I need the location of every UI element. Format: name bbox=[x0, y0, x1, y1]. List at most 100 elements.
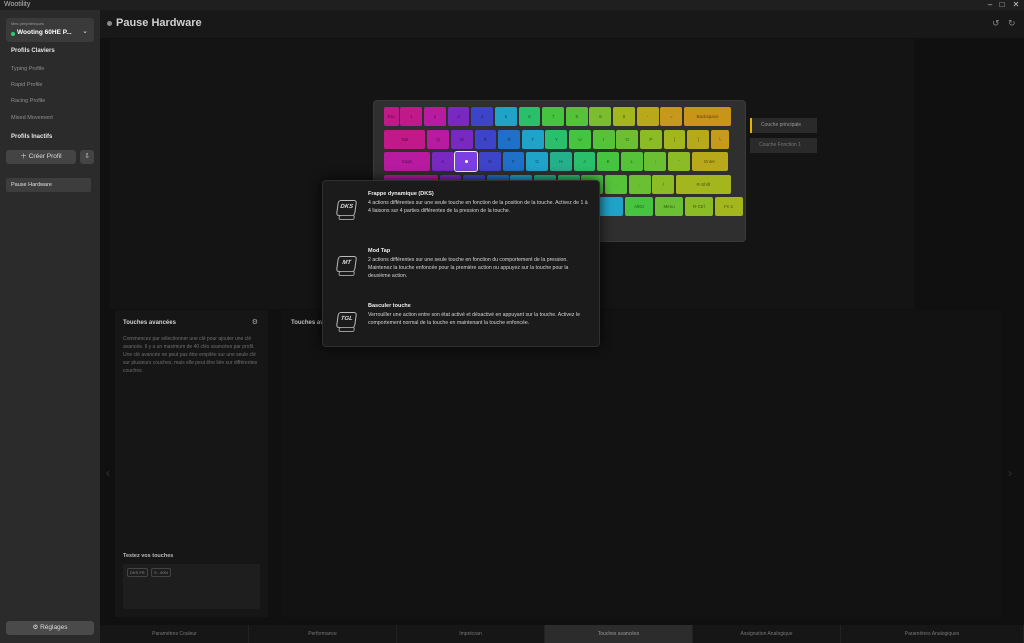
key-menu[interactable]: Menu bbox=[655, 197, 684, 216]
layer-tab-function-1[interactable]: Couche Fonction 1 bbox=[750, 138, 817, 153]
advanced-keys-list-title: Touches av bbox=[291, 320, 324, 326]
plus-icon: ＋ bbox=[20, 153, 27, 160]
key-h[interactable]: H bbox=[549, 152, 572, 171]
key-label: Esc bbox=[387, 114, 396, 119]
key--[interactable]: , bbox=[605, 174, 627, 194]
chevron-down-icon[interactable]: ⌄ bbox=[82, 27, 88, 35]
key-y[interactable]: Y bbox=[545, 129, 568, 149]
key-2[interactable]: 2 bbox=[424, 107, 446, 126]
key--[interactable]: . bbox=[628, 174, 651, 194]
key-j[interactable]: J bbox=[573, 152, 596, 171]
test-key-chip: DKS FR bbox=[127, 568, 148, 577]
key-0[interactable]: 0 bbox=[613, 107, 635, 126]
key-a[interactable]: A bbox=[431, 152, 454, 171]
key-label: O bbox=[625, 136, 630, 142]
key--[interactable]: ; bbox=[644, 152, 667, 171]
test-keys-box[interactable]: DKS FR S - 60% bbox=[123, 564, 260, 609]
key-p[interactable]: P bbox=[640, 129, 662, 149]
key-r[interactable]: R bbox=[498, 129, 520, 149]
create-profile-button[interactable]: ＋ Créer Profil bbox=[6, 150, 76, 164]
key--[interactable]: = bbox=[660, 107, 683, 126]
redo-icon[interactable]: ↻ bbox=[1008, 18, 1016, 29]
title-bar: Wootility – □ ✕ bbox=[0, 0, 1024, 10]
maximize-icon[interactable]: □ bbox=[996, 0, 1008, 10]
key-i[interactable]: I bbox=[592, 129, 615, 149]
tab-analog-assignment[interactable]: Assignation Analogique bbox=[693, 625, 841, 643]
key-w[interactable]: W bbox=[450, 129, 473, 149]
key-label: Q bbox=[436, 136, 440, 142]
key-5[interactable]: 5 bbox=[494, 107, 517, 126]
key-r-shift[interactable]: R-Shift bbox=[675, 174, 731, 194]
key-8[interactable]: 8 bbox=[565, 107, 588, 126]
key--[interactable]: [ bbox=[663, 129, 686, 149]
key--[interactable]: / bbox=[652, 174, 675, 194]
key-k[interactable]: K bbox=[597, 152, 620, 171]
chevron-left-icon[interactable]: ‹ bbox=[106, 466, 110, 480]
key-esc[interactable]: Esc bbox=[384, 107, 399, 126]
import-profile-icon[interactable]: ⇩ bbox=[80, 150, 94, 164]
key-fn-1[interactable]: Fn 1 bbox=[714, 197, 743, 216]
key-caps[interactable]: Caps bbox=[384, 152, 430, 171]
key--[interactable]: ] bbox=[687, 129, 710, 149]
key-7[interactable]: 7 bbox=[542, 107, 565, 126]
key-r-ctrl[interactable]: R-Ctrl bbox=[684, 197, 713, 216]
chevron-right-icon[interactable]: › bbox=[1008, 466, 1012, 480]
key-l[interactable]: L bbox=[620, 152, 643, 171]
key-s[interactable] bbox=[454, 151, 479, 172]
key-altgr[interactable]: AltGr bbox=[625, 197, 654, 216]
tab-analog-settings[interactable]: Paramètres Analogiques bbox=[841, 625, 1024, 643]
key-tab[interactable]: Tab bbox=[384, 129, 426, 149]
key-label: 8 bbox=[575, 114, 578, 119]
key-label: 7 bbox=[551, 114, 555, 119]
key-3[interactable]: 3 bbox=[447, 107, 470, 126]
sidebar-item-mixed-movement[interactable]: Mixed Movement bbox=[11, 115, 53, 121]
key-label: = bbox=[669, 114, 673, 119]
key-6[interactable]: 6 bbox=[518, 107, 541, 126]
sidebar-item-typing-profile[interactable]: Typing Profile bbox=[11, 66, 44, 72]
key-label: K bbox=[606, 159, 610, 164]
key-label: 2 bbox=[433, 114, 437, 119]
gear-icon: ⚙ bbox=[32, 624, 39, 631]
app-title: Wootility bbox=[4, 1, 31, 8]
sidebar-item-rapid-profile[interactable]: Rapid Profile bbox=[11, 82, 43, 88]
key-label: A bbox=[441, 159, 445, 164]
key--[interactable]: \ bbox=[710, 129, 729, 149]
toggle-key-icon: TGL bbox=[335, 312, 358, 328]
gear-icon[interactable]: ⚙ bbox=[252, 318, 258, 326]
key--[interactable]: ' bbox=[668, 152, 690, 171]
key-d[interactable]: D bbox=[479, 152, 501, 171]
key-label: Menu bbox=[663, 204, 675, 209]
key-label: Enter bbox=[704, 159, 716, 164]
key-q[interactable]: Q bbox=[427, 129, 450, 149]
undo-icon[interactable]: ↺ bbox=[992, 18, 1000, 29]
key-g[interactable]: G bbox=[526, 152, 549, 171]
sidebar-item-racing-profile[interactable]: Racing Profile bbox=[11, 98, 45, 104]
key-e[interactable]: E bbox=[474, 129, 497, 149]
option-description: 2 actions différentes sur une seule touc… bbox=[368, 257, 569, 280]
key-1[interactable]: 1 bbox=[400, 107, 423, 126]
key-label: Backspace bbox=[696, 114, 719, 119]
settings-button[interactable]: ⚙ Réglages bbox=[6, 621, 94, 635]
advanced-key-type-menu: DKS Frappe dynamique (DKS) 4 actions dif… bbox=[322, 180, 600, 347]
tab-advanced-keys[interactable]: Touches avancées bbox=[545, 625, 693, 643]
key-f[interactable]: F bbox=[502, 152, 525, 171]
device-selector[interactable]: Mes périphériques Wooting 60HE P... ⌄ bbox=[6, 18, 94, 42]
sidebar-item-pause-hardware[interactable]: Pause Hardware bbox=[6, 178, 91, 192]
key-9[interactable]: 9 bbox=[589, 107, 612, 126]
key-t[interactable]: T bbox=[521, 129, 544, 149]
key-label: Tab bbox=[401, 136, 409, 142]
tab-color-settings[interactable]: Paramètres Couleur bbox=[101, 625, 249, 643]
key-label: 0 bbox=[622, 114, 626, 119]
key-4[interactable]: 4 bbox=[471, 107, 494, 126]
key-enter[interactable]: Enter bbox=[691, 152, 728, 171]
tab-performance[interactable]: Performance bbox=[249, 625, 397, 643]
key--[interactable]: - bbox=[636, 107, 659, 126]
close-icon[interactable]: ✕ bbox=[1010, 0, 1022, 10]
layer-tab-primary[interactable]: Couche principale bbox=[750, 118, 817, 133]
minimize-icon[interactable]: – bbox=[984, 0, 996, 10]
tab-print-screen[interactable]: Imprécran bbox=[397, 625, 545, 643]
key-backspace[interactable]: Backspace bbox=[684, 107, 732, 126]
key-o[interactable]: O bbox=[616, 129, 639, 149]
key-u[interactable]: U bbox=[569, 129, 591, 149]
key-label: L bbox=[630, 159, 633, 164]
